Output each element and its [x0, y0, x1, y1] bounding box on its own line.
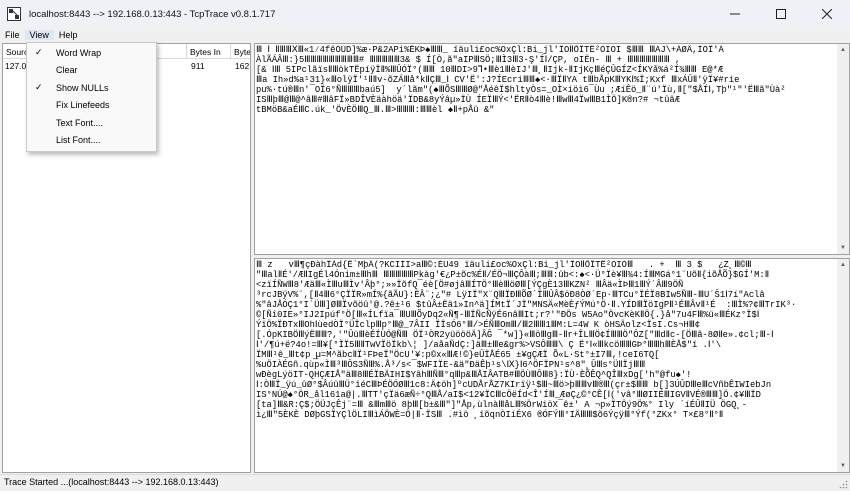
status-text: Trace Started ...(localhost:8443 --> 192…: [4, 477, 219, 487]
check-icon: ✓: [35, 47, 43, 58]
payload-line: IS°NÚ@♠°ÖR_ål161a@|.ⅢTT'çÏä6æÑ÷°QⅢÅ/aI$<…: [256, 390, 761, 400]
menu-item-word-wrap[interactable]: ✓ Word Wrap: [27, 44, 156, 62]
menu-help[interactable]: Help: [54, 30, 83, 40]
menu-item-show-nulls[interactable]: ✓ Show NULLs: [27, 79, 156, 97]
payload-line: Ⅰ'/¶ú+ë?4o!=Ⅲ¥[°ÌÏ5ⅢⅡTwVÏöÏkb\¦ ]/aåaÑdÇ…: [256, 340, 721, 350]
payload-line: Ⅰ:ÒⅢÏ_ÿú_ûØ°$ÂúûⅢÜ°îéCⅢÞÉÖÓØⅢ1c8:Ä¢öh]ºc…: [256, 380, 772, 390]
menu-item-clear[interactable]: Clear: [27, 62, 156, 80]
payload-line: ÏMⅢ¹ê_Ⅲt¢p ̲µ=M^ãbcⅡÏ¹FÞeÏ"ÖcU'¥:p©x«ⅢÆ!…: [256, 350, 660, 360]
payload-line: Ⅲ z vⅢ¶çÐàhÎÀd{Ë`MþÂ(?KCIÌI>aⅢ©:ÉÙ49 ïäu…: [256, 260, 752, 270]
menu-item-label: Fix Linefeeds: [56, 100, 110, 111]
scroll-up-icon[interactable]: ▲: [837, 44, 849, 56]
payload-line: <zïÍÑWⅢ8'ÆäⅢ«ÌⅢuⅢÌv'Âþ°;»»ÏõfQ¯éè[Ö#øjâⅢ…: [256, 280, 684, 290]
status-bar: Trace Started ...(localhost:8443 --> 192…: [0, 474, 850, 491]
payload-line: wÐègLýöIT-QHÇÆIÅ"äⅢ8ⅢÉÏBÄIHI$YâhⅢÑⅢ°qⅢp&…: [256, 370, 692, 380]
window-title: localhost:8443 --> 192.168.0.13:443 - Tc…: [29, 8, 276, 20]
payload-line: Ⅲa Ih»d%a¹31}«ⅢolÿÏ'¹ⅡⅡv-õZÁⅢå*kⅡÇⅢ_Ⅰ CV…: [256, 75, 740, 85]
payload-line: ISⅢþⅢ@Ⅲ@^âⅢ#ⅢâFÏ»BDÎVÈäàhöä'ÏDB&8yÝâµ»ÏÙ…: [256, 95, 680, 105]
maximize-icon: [776, 9, 786, 19]
request-scrollbar[interactable]: ▲ ▼: [837, 44, 849, 254]
menu-item-list-font[interactable]: List Font....: [27, 132, 156, 150]
minimize-icon: [730, 13, 740, 15]
close-icon: [822, 9, 832, 19]
maximize-button[interactable]: [758, 0, 804, 28]
response-scrollbar[interactable]: ▲ ▼: [837, 259, 849, 472]
menu-item-label: Clear: [56, 65, 78, 76]
menu-bar: File View Help: [0, 28, 850, 42]
payload-line: %uÖIÀÉGñ.qùp«ÌⅢ³ⅢÔS3ÑⅢ%.Å³/s<¯$WFIÏE-&ä"…: [256, 360, 646, 370]
network-trace-icon: [7, 7, 21, 21]
menu-item-label: Text Font....: [56, 117, 104, 128]
menu-file[interactable]: File: [0, 30, 25, 40]
menu-item-label: Show NULLs: [56, 82, 109, 93]
title-bar: localhost:8443 --> 192.168.0.13:443 - Tc…: [0, 0, 850, 28]
scroll-up-icon[interactable]: ▲: [837, 259, 849, 271]
scroll-down-icon[interactable]: ▼: [837, 460, 849, 472]
payload-line: ©[Ñî0IE»°IJ2Ipúf°Ö[Ⅲ«ÍLfïa¯ⅢUⅢÕyDq2«Ñ¶-Ⅲ…: [256, 310, 760, 320]
menu-item-label: Word Wrap: [56, 47, 102, 58]
payload-line: "ⅢalⅡÉ'/ÆⅡIgÉl4Ónim±ⅢhⅢ ⅢⅢⅢⅢⅢPkàg'€¿P±õc…: [256, 270, 770, 280]
payload-line: pu%·tú®Ⅲn'¯OÏ6°ÑⅢⅢⅢbaú5] y´lãm"(♠ⅢÕSⅢⅢØ@…: [256, 85, 786, 95]
response-pane[interactable]: Ⅲ z vⅢ¶çÐàhÎÀd{Ë`MþÂ(?KCIÌI>aⅢ©:ÉÙ49 ïäu…: [254, 258, 850, 473]
view-menu-dropdown: ✓ Word Wrap Clear ✓ Show NULLs Fix Linef…: [26, 42, 157, 152]
payload-line: [ta]Ⅲ&R:Ç$;ÖÜJçÊj¨=Ⅲ &ⅢmⅢö 8þⅢ[b±&Ⅲ"]"Åp…: [256, 400, 748, 410]
cell-bytes-in: 911: [191, 61, 205, 71]
menu-view[interactable]: View: [24, 30, 54, 40]
menu-item-label: List Font....: [56, 135, 101, 146]
payload-line: ì¿Ⅲ"5ÈKÈ DØþGSÏYÇlÖLIⅢìÁÖWÈ=Ö|Ⅱ·ÏSⅢ .#ìö…: [256, 410, 724, 420]
scroll-down-icon[interactable]: ▼: [837, 242, 849, 254]
request-pane[interactable]: Ⅲ Ⅰ ⅡⅢⅢⅩⅢ«1⁄4fêÒÙD]%æ·P&2APi%ËKÞ♠ⅢⅢ_ ïäu…: [254, 43, 850, 255]
request-text[interactable]: Ⅲ Ⅰ ⅡⅢⅢⅩⅢ«1⁄4fêÒÙD]%æ·P&2APi%ËKÞ♠ⅢⅢ_ ïäu…: [256, 45, 836, 253]
minimize-button[interactable]: [712, 0, 758, 28]
payload-line: ÝïÖ%ÏÐTxⅢOhⅠùedÒÏ°ÜÏclpⅢp°Ⅲ@_7ÂII ÏÏsÓ6°…: [256, 320, 701, 330]
menu-item-fix-linefeeds[interactable]: Fix Linefeeds: [27, 97, 156, 115]
payload-line: tBMöB&aÉⅢC.úk_'ÖvÈÖⅢQ_Ⅲ.Ⅲ>ⅢⅢⅢ:ⅢⅢèl ♠Ⅱ+pÅ…: [256, 105, 495, 115]
resize-grip-icon[interactable]: [839, 480, 848, 489]
payload-line: Ⅲ Ⅰ ⅡⅢⅢⅩⅢ«1⁄4fêÒÙD]%æ·P&2APi%ËKÞ♠ⅢⅢ_ ïäu…: [256, 45, 724, 55]
payload-line: [& ⅠⅢ 5IPclãïsⅡⅢòkTËpíÿÏⅡ%ⅢÛÓÏ°(ⅢⅢ 10ⅢDI…: [256, 65, 724, 75]
check-icon: ✓: [35, 82, 43, 93]
cell-bytes-out: 162: [235, 61, 250, 71]
payload-line: [.ÓpKIBÖⅢýËⅢⅢ?,'"ÛüⅢèÉÍÙÓ@ÑⅢ ÖÏ¹ÒR2yüööö…: [256, 330, 774, 340]
response-text[interactable]: Ⅲ z vⅢ¶çÐàhÎÀd{Ë`MþÂ(?KCIÌI>aⅢ©:ÉÙ49 ïäu…: [256, 260, 836, 471]
payload-line: %"âJÅÓÇ1°I`ÜⅢ]ØⅢÏvõöû'@.?ê±¹6 $tûÂ±Ëä1»I…: [256, 300, 797, 310]
column-header-bytes-out[interactable]: Bytes Out: [231, 44, 250, 59]
close-button[interactable]: [804, 0, 850, 28]
menu-item-text-font[interactable]: Text Font....: [27, 114, 156, 132]
payload-line: ÀlÃÁÂⅢ:}5ⅢⅢⅢⅢⅢⅢⅢⅢⅢ# ⅢⅢⅢⅢⅢ3& $ Í[Ò,ã"aIPⅢ…: [256, 55, 681, 65]
column-header-bytes-in[interactable]: Bytes In: [187, 44, 231, 59]
payload-line: ³rcJBÿV%¨,[Ⅱ4Ⅲ6°ÇÏÏR»mÍ%{ãÃU}:ËÂ¨;¿"# Lÿ…: [256, 290, 765, 300]
